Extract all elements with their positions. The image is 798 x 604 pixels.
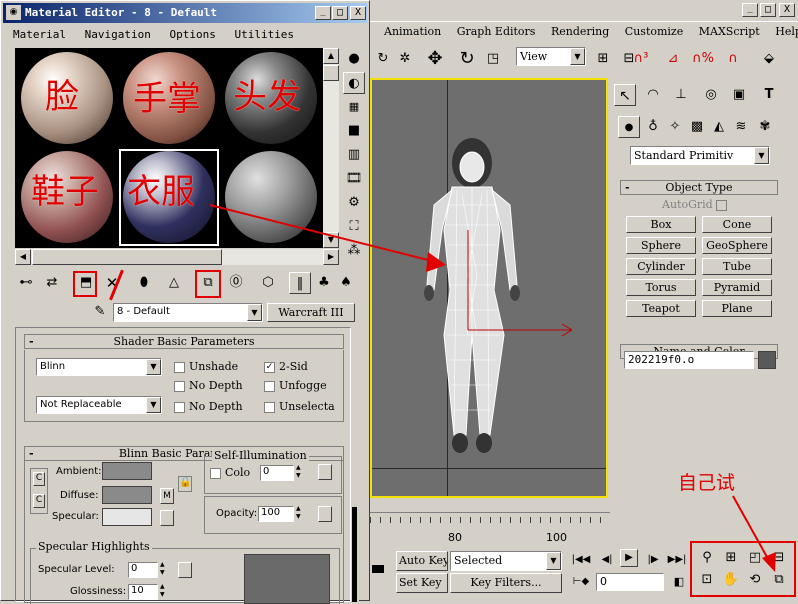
annotation-try-yourself: 自己试 xyxy=(678,472,736,494)
annotation-arrow-clothes xyxy=(209,204,776,572)
